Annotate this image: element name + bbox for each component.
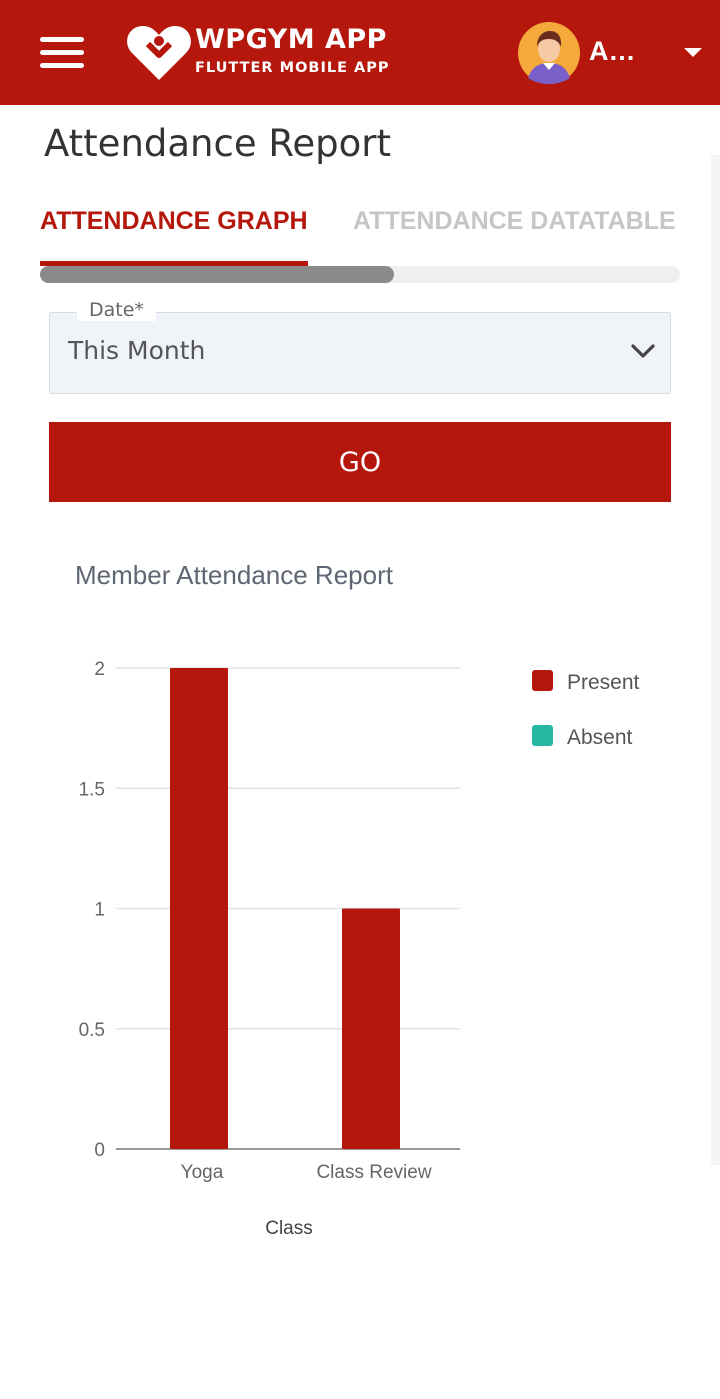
attendance-bar-chart: 0 0.5 1 1.5 2 Yoga Class Review Class Present Abs… xyxy=(79,659,640,1239)
x-tick-label: Yoga xyxy=(181,1162,224,1183)
x-tick-label: Class Review xyxy=(316,1162,431,1183)
y-tick-label: 0 xyxy=(94,1140,105,1161)
hamburger-menu-icon[interactable] xyxy=(40,35,84,69)
y-tick-label: 2 xyxy=(94,659,105,680)
app-subtitle: FLUTTER MOBILE APP xyxy=(195,60,390,76)
page-title: Attendance Report xyxy=(44,122,392,165)
date-label: Date* xyxy=(77,299,156,321)
app-name: WPGYM APP xyxy=(195,24,387,55)
tab-scroll-thumb[interactable] xyxy=(40,266,394,283)
bar-present xyxy=(170,668,228,1149)
legend-swatch-present xyxy=(532,670,553,691)
caret-down-icon[interactable] xyxy=(684,48,702,57)
y-tick-label: 1.5 xyxy=(79,779,105,800)
app-header: WPGYM APP FLUTTER MOBILE APP Admin xyxy=(0,0,720,105)
date-value[interactable]: This Month xyxy=(68,336,205,365)
chevron-down-icon[interactable] xyxy=(630,341,656,361)
legend-label-present: Present xyxy=(567,671,640,694)
user-name[interactable]: Admin xyxy=(589,36,651,67)
go-button[interactable]: GO xyxy=(49,422,671,502)
x-axis-title: Class xyxy=(265,1218,313,1239)
chart-title: Member Attendance Report xyxy=(75,560,393,590)
page-scrollbar[interactable] xyxy=(711,155,720,1165)
heart-logo-icon xyxy=(127,26,191,80)
y-tick-label: 1 xyxy=(94,900,105,921)
legend-label-absent: Absent xyxy=(567,726,633,749)
legend-swatch-absent xyxy=(532,725,553,746)
bar-present xyxy=(342,908,400,1149)
tab-attendance-graph[interactable]: ATTENDANCE GRAPH xyxy=(40,207,308,236)
tab-attendance-datatable[interactable]: ATTENDANCE DATATABLE xyxy=(353,207,676,236)
avatar[interactable] xyxy=(518,22,580,84)
y-tick-label: 0.5 xyxy=(79,1020,105,1041)
